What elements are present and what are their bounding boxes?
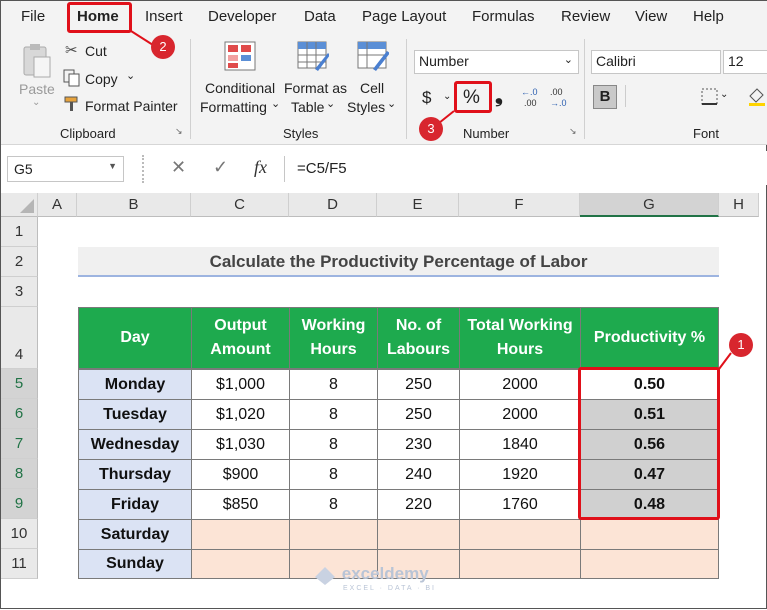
watermark: exceldemy EXCEL · DATA · BI	[313, 564, 436, 592]
callout-badge-1: 1	[729, 333, 753, 357]
watermark-tagline: EXCEL · DATA · BI	[343, 584, 436, 592]
watermark-name: exceldemy	[341, 564, 429, 583]
excel-window: File Home Insert Developer Data Page Lay…	[0, 0, 767, 609]
exceldemy-logo-icon	[315, 566, 335, 585]
callout-connectors	[130, 30, 732, 370]
callout-badge-3: 3	[419, 117, 443, 141]
callout-badge-2: 2	[151, 35, 175, 59]
